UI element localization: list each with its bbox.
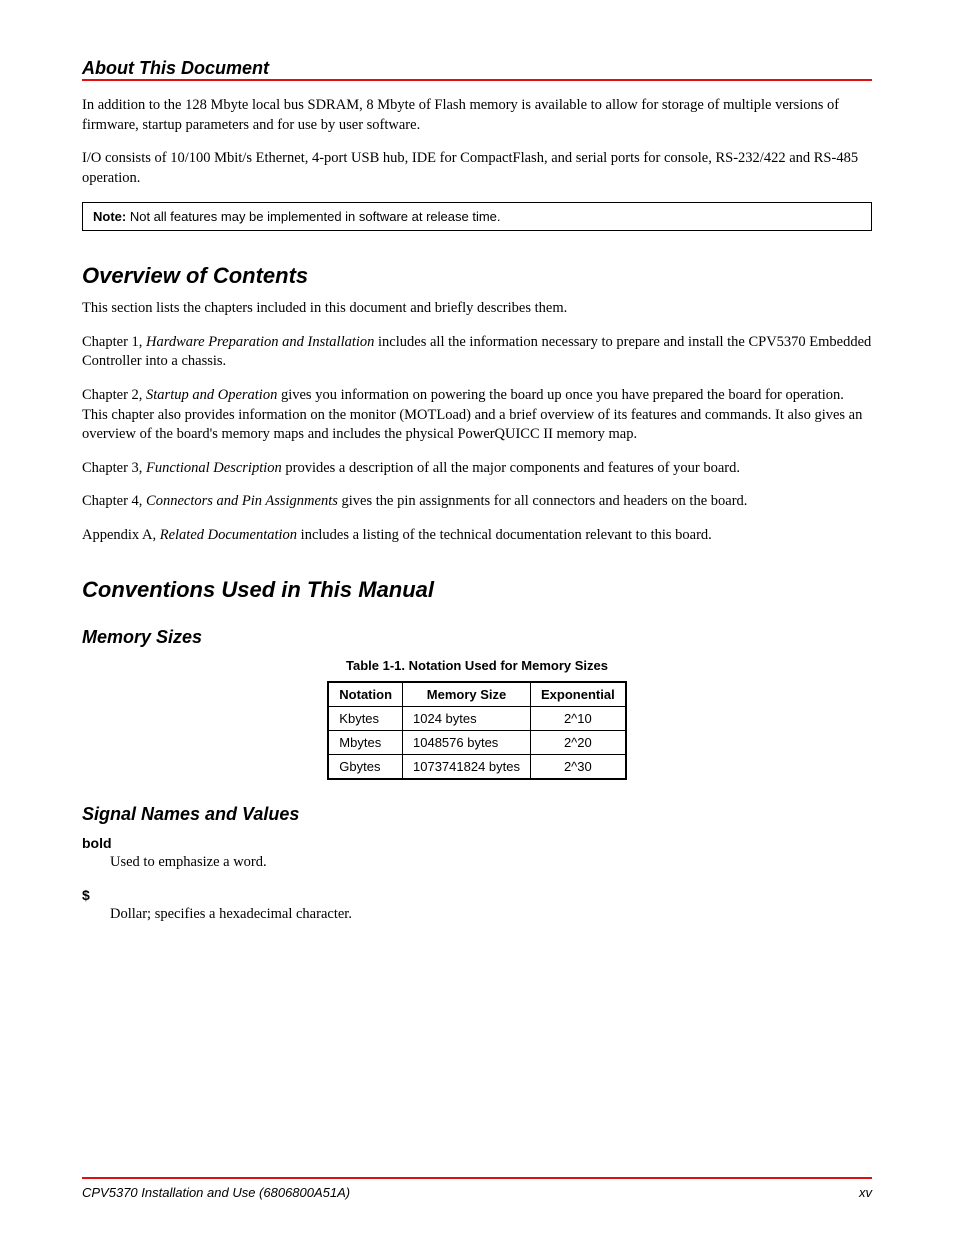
header-rule [82,79,872,81]
footer-left: CPV5370 Installation and Use (6806800A51… [82,1185,350,1200]
overview-ch3: Chapter 3, Functional Description provid… [82,459,872,479]
xref-appA[interactable]: Related Documentation [160,527,297,543]
xref-ch1[interactable]: Hardware Preparation and Installation [146,334,374,350]
xref-ch2[interactable]: Startup and Operation [146,387,277,403]
note-box: Note: Not all features may be implemente… [82,202,872,231]
term-def-bold: Used to emphasize a word. [110,853,872,873]
term-bold: bold Used to emphasize a word. [82,835,872,873]
term-def-dollar: Dollar; specifies a hexadecimal characte… [110,905,872,925]
footer-rule [82,1177,872,1179]
page-header: About This Document [82,58,872,81]
overview-ch2: Chapter 2, Startup and Operation gives y… [82,386,872,445]
header-title: About This Document [82,58,269,78]
page-footer: CPV5370 Installation and Use (6806800A51… [82,1177,872,1200]
overview-appA: Appendix A, Related Documentation includ… [82,526,872,546]
overview-p1: This section lists the chapters included… [82,299,872,319]
xref-ch4[interactable]: Connectors and Pin Assignments [146,493,338,509]
term-name-dollar: $ [82,887,872,903]
th-notation: Notation [328,682,402,707]
intro-p1: In addition to the 128 Mbyte local bus S… [82,96,872,135]
subheading-signals: Signal Names and Values [82,804,872,825]
intro-p2: I/O consists of 10/100 Mbit/s Ethernet, … [82,149,872,188]
subheading-memory: Memory Sizes [82,627,872,648]
heading-conventions: Conventions Used in This Manual [82,577,872,603]
term-dollar: $ Dollar; specifies a hexadecimal charac… [82,887,872,925]
heading-overview: Overview of Contents [82,263,872,289]
table-row: Kbytes 1024 bytes 2^10 [328,707,625,731]
note-label: Note: [93,209,126,224]
table-caption: Table 1-1. Notation Used for Memory Size… [82,658,872,673]
table-header-row: Notation Memory Size Exponential [328,682,625,707]
term-name-bold: bold [82,835,872,851]
th-memsize: Memory Size [403,682,531,707]
memory-size-table: Notation Memory Size Exponential Kbytes … [327,681,626,780]
overview-ch1: Chapter 1, Hardware Preparation and Inst… [82,333,872,372]
table-row: Gbytes 1073741824 bytes 2^30 [328,755,625,780]
th-exp: Exponential [531,682,626,707]
xref-ch3[interactable]: Functional Description [146,460,282,476]
table-row: Mbytes 1048576 bytes 2^20 [328,731,625,755]
footer-right: xv [859,1185,872,1200]
note-text: Not all features may be implemented in s… [130,209,501,224]
page-body: In addition to the 128 Mbyte local bus S… [82,96,872,1139]
overview-ch4: Chapter 4, Connectors and Pin Assignment… [82,492,872,512]
